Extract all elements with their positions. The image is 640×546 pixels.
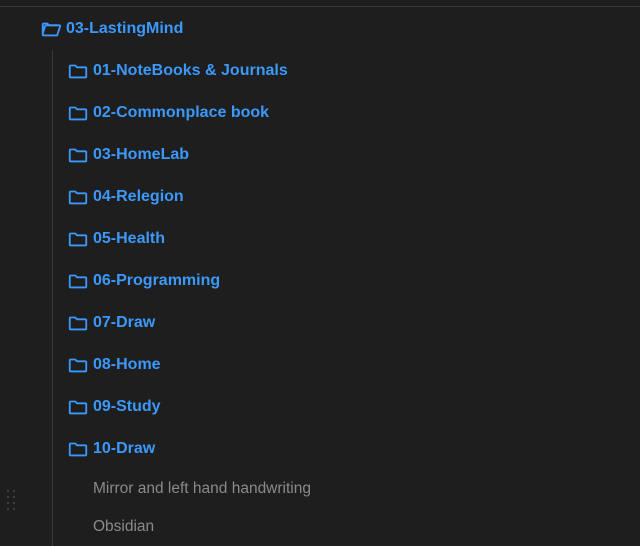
- folder-icon: [67, 270, 89, 292]
- tree-file-item[interactable]: Obsidian: [67, 508, 640, 546]
- tree-folder-label: 04-Relegion: [93, 188, 184, 206]
- tree-folder-item[interactable]: 09-Study: [67, 386, 640, 428]
- folder-icon: [67, 396, 89, 418]
- folder-icon: [67, 144, 89, 166]
- folder-icon: [67, 438, 89, 460]
- tree-root-folder[interactable]: 03-LastingMind: [40, 18, 640, 40]
- tree-file-label: Mirror and left hand handwriting: [93, 480, 311, 497]
- tree-folder-item[interactable]: 07-Draw: [67, 302, 640, 344]
- tree-file-label: Obsidian: [93, 518, 154, 535]
- tree-folder-item[interactable]: 06-Programming: [67, 260, 640, 302]
- tree-folder-label: 07-Draw: [93, 314, 155, 332]
- tree-folder-label: 06-Programming: [93, 272, 220, 290]
- file-tree: 03-LastingMind 01-NoteBooks & Journals 0…: [0, 0, 640, 546]
- folder-icon: [67, 312, 89, 334]
- tree-folder-label: 08-Home: [93, 356, 161, 374]
- tree-folder-label: 09-Study: [93, 398, 161, 416]
- tree-folder-label: 02-Commonplace book: [93, 104, 269, 122]
- tree-folder-label: 10-Draw: [93, 440, 155, 458]
- tree-children: 01-NoteBooks & Journals 02-Commonplace b…: [52, 50, 640, 546]
- panel-top-border: [0, 6, 640, 7]
- tree-folder-item[interactable]: 01-NoteBooks & Journals: [67, 50, 640, 92]
- tree-folder-label: 01-NoteBooks & Journals: [93, 62, 288, 80]
- tree-file-item[interactable]: Mirror and left hand handwriting: [67, 470, 640, 508]
- tree-folder-label: 05-Health: [93, 230, 165, 248]
- folder-icon: [67, 102, 89, 124]
- tree-folder-item[interactable]: 10-Draw: [67, 428, 640, 470]
- tree-folder-item[interactable]: 05-Health: [67, 218, 640, 260]
- folder-open-icon: [40, 18, 62, 40]
- tree-folder-item[interactable]: 08-Home: [67, 344, 640, 386]
- folder-icon: [67, 186, 89, 208]
- tree-folder-item[interactable]: 02-Commonplace book: [67, 92, 640, 134]
- tree-folder-label: 03-HomeLab: [93, 146, 189, 164]
- tree-folder-item[interactable]: 03-HomeLab: [67, 134, 640, 176]
- tree-folder-item[interactable]: 04-Relegion: [67, 176, 640, 218]
- folder-icon: [67, 228, 89, 250]
- folder-icon: [67, 354, 89, 376]
- drag-handle-icon[interactable]: [7, 490, 15, 510]
- folder-icon: [67, 60, 89, 82]
- tree-root-label: 03-LastingMind: [66, 20, 183, 38]
